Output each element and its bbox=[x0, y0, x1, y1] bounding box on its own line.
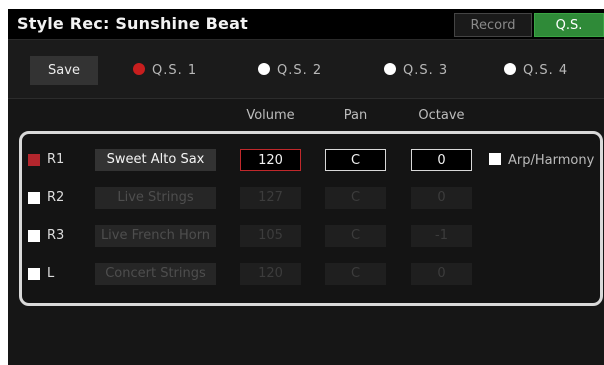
octave-field[interactable]: 0 bbox=[411, 149, 472, 171]
volume-field[interactable]: 127 bbox=[240, 187, 301, 209]
column-header-pan: Pan bbox=[343, 108, 368, 123]
page-title: Style Rec: Sunshine Beat bbox=[17, 14, 248, 33]
part-toggle-checkbox[interactable] bbox=[28, 192, 40, 204]
pan-field[interactable]: C bbox=[325, 225, 386, 247]
tab-qs[interactable]: Q.S. bbox=[534, 13, 604, 37]
column-header-octave: Octave bbox=[418, 108, 465, 123]
octave-field[interactable]: 0 bbox=[411, 263, 472, 285]
radio-icon bbox=[504, 63, 516, 75]
arp-harmony-toggle[interactable]: Arp/Harmony bbox=[489, 153, 594, 168]
qs-3-label: Q.S. 3 bbox=[403, 63, 449, 78]
pan-field[interactable]: C bbox=[325, 263, 386, 285]
qs-1-option[interactable]: Q.S. 1 bbox=[133, 63, 197, 79]
qs-3-option[interactable]: Q.S. 3 bbox=[384, 63, 448, 79]
voice-button[interactable]: Concert Strings bbox=[95, 263, 216, 285]
arp-harmony-label: Arp/Harmony bbox=[508, 153, 595, 168]
part-label: R3 bbox=[47, 228, 65, 243]
radio-selected-icon bbox=[133, 63, 145, 75]
part-toggle-checkbox[interactable] bbox=[28, 230, 40, 242]
radio-icon bbox=[384, 63, 396, 75]
style-rec-screen: Style Rec: Sunshine Beat Record Q.S. Sav… bbox=[8, 9, 604, 365]
part-row-l: L Concert Strings 120 C 0 bbox=[8, 263, 604, 285]
pan-field[interactable]: C bbox=[325, 149, 386, 171]
volume-field[interactable]: 105 bbox=[240, 225, 301, 247]
octave-field[interactable]: 0 bbox=[411, 187, 472, 209]
column-header-volume: Volume bbox=[246, 108, 295, 123]
part-label: R2 bbox=[47, 190, 65, 205]
voice-button[interactable]: Live Strings bbox=[95, 187, 216, 209]
pan-field[interactable]: C bbox=[325, 187, 386, 209]
part-row-r2: R2 Live Strings 127 C 0 bbox=[8, 187, 604, 209]
part-toggle-checkbox[interactable] bbox=[28, 154, 40, 166]
title-bar: Style Rec: Sunshine Beat Record Q.S. bbox=[8, 9, 604, 40]
voice-button[interactable]: Live French Horn bbox=[95, 225, 216, 247]
voice-button[interactable]: Sweet Alto Sax bbox=[95, 149, 216, 171]
qs-1-label: Q.S. 1 bbox=[152, 63, 198, 78]
volume-field[interactable]: 120 bbox=[240, 149, 301, 171]
tab-record[interactable]: Record bbox=[454, 13, 532, 37]
part-row-r3: R3 Live French Horn 105 C -1 bbox=[8, 225, 604, 247]
part-label: L bbox=[47, 266, 55, 281]
qs-4-label: Q.S. 4 bbox=[523, 63, 569, 78]
octave-field[interactable]: -1 bbox=[411, 225, 472, 247]
volume-field[interactable]: 120 bbox=[240, 263, 301, 285]
part-label: R1 bbox=[47, 152, 65, 167]
qs-4-option[interactable]: Q.S. 4 bbox=[504, 63, 568, 79]
part-toggle-checkbox[interactable] bbox=[28, 268, 40, 280]
checkbox-icon bbox=[489, 153, 501, 165]
qs-2-option[interactable]: Q.S. 2 bbox=[258, 63, 322, 79]
radio-icon bbox=[258, 63, 270, 75]
save-button[interactable]: Save bbox=[30, 56, 98, 85]
quick-settings-bar: Save Q.S. 1 Q.S. 2 Q.S. 3 Q.S. 4 bbox=[8, 40, 604, 99]
qs-2-label: Q.S. 2 bbox=[277, 63, 323, 78]
